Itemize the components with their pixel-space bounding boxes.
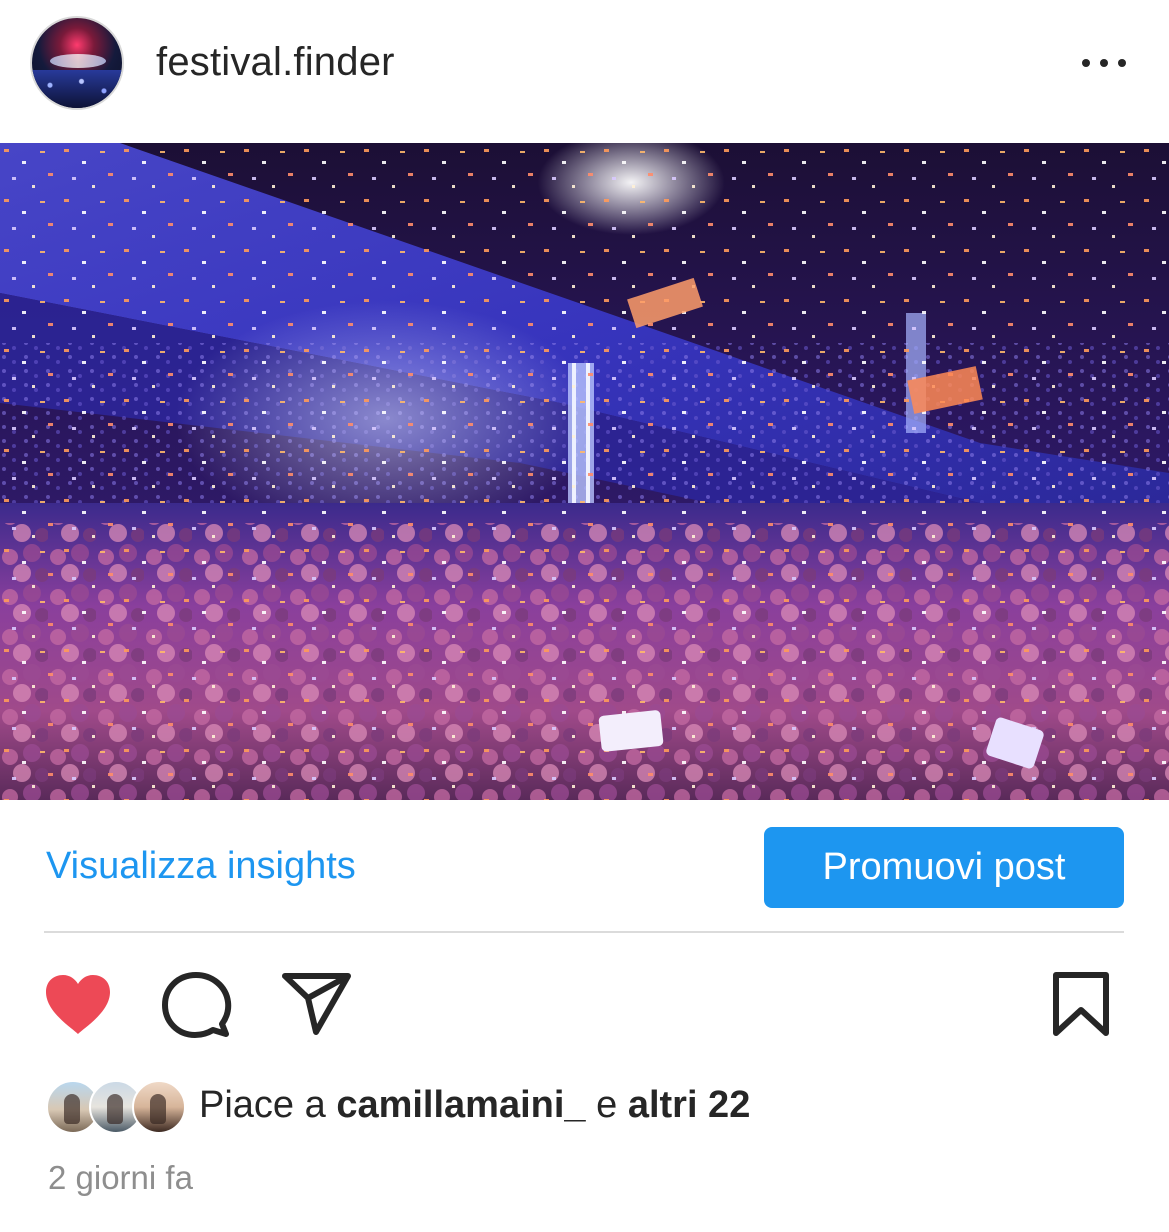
profile-avatar[interactable]: [30, 16, 124, 110]
paper-plane-icon[interactable]: [280, 970, 352, 1036]
post-timestamp: 2 giorni fa: [48, 1159, 193, 1196]
avatar-stage-light: [50, 54, 106, 68]
more-dot: [1082, 59, 1090, 67]
more-dot: [1118, 59, 1126, 67]
likes-summary[interactable]: Piace a camillamaini_ e altri 22: [199, 1084, 750, 1127]
divider: [44, 931, 1124, 933]
heart-filled-icon[interactable]: [42, 972, 114, 1038]
post-header: festival.finder: [0, 0, 1169, 125]
liked-by-user[interactable]: camillamaini_: [336, 1084, 585, 1126]
more-dot: [1100, 59, 1108, 67]
likes-connector: e: [585, 1084, 628, 1126]
username[interactable]: festival.finder: [156, 40, 395, 85]
liker-avatars[interactable]: [46, 1080, 186, 1134]
likes-prefix: Piace a: [199, 1084, 337, 1126]
liker-avatar: [132, 1080, 186, 1134]
avatar-crowd: [32, 70, 122, 108]
more-options-icon[interactable]: [1078, 46, 1130, 80]
likes-others-count[interactable]: altri 22: [628, 1084, 751, 1126]
view-insights-link[interactable]: Visualizza insights: [46, 845, 356, 888]
comment-icon[interactable]: [160, 970, 232, 1042]
bookmark-icon[interactable]: [1050, 970, 1112, 1038]
post-photo[interactable]: [0, 143, 1169, 800]
promote-post-button[interactable]: Promuovi post: [764, 827, 1124, 908]
concert-photo-illustration: [0, 143, 1169, 800]
